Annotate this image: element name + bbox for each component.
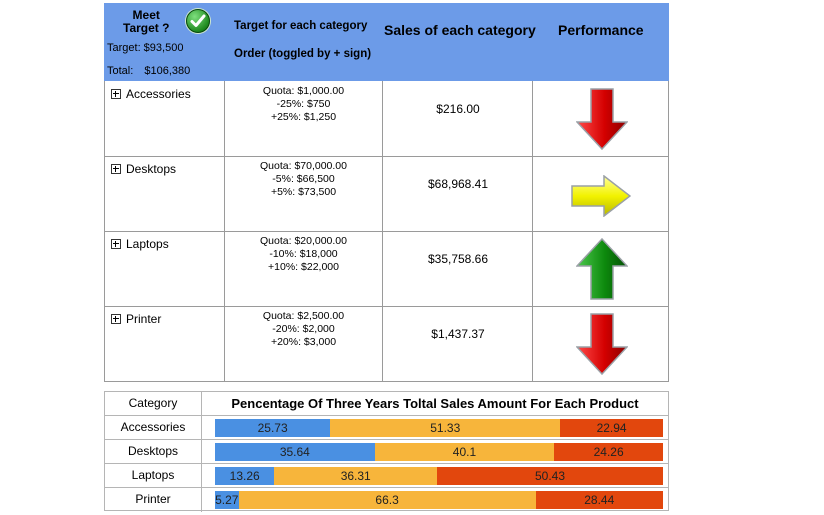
expand-category[interactable]: Desktops [111,162,176,176]
table-header: Meet Target ? Target: $93,500 Total: $10… [104,3,669,81]
chart-row: Accessories 25.73 51.33 22.94 [105,415,668,440]
category-label: Accessories [126,87,191,101]
sales-percentage-chart: Category Pencentage Of Three Years Tolta… [104,391,669,512]
expand-category[interactable]: Printer [111,312,161,326]
bar-segment: 22.94 [560,419,663,437]
quota-low: -5%: $66,500 [272,173,335,185]
quota-value: Quota: $20,000.00 [260,235,347,247]
sales-value: $1,437.37 [431,327,485,341]
chart-category-label: Accessories [105,416,202,440]
chart-row: Laptops 13.26 36.31 50.43 [105,463,668,488]
quota-low: -20%: $2,000 [272,323,335,335]
bar-segment: 28.44 [535,491,663,509]
sales-column-title: Sales of each category [384,22,536,38]
target-amount: Target: $93,500 [107,42,184,54]
category-cell: Laptops [105,231,224,306]
table-row: Desktops Quota: $70,000.00 -5%: $66,500 … [104,156,669,232]
sales-cell: $68,968.41 [382,156,533,231]
quota-value: Quota: $2,500.00 [262,310,345,322]
expand-category[interactable]: Accessories [111,87,191,101]
chart-row: Desktops 35.64 40.1 24.26 [105,439,668,464]
performance-cell [532,231,669,306]
plus-icon[interactable] [111,89,121,99]
performance-cell [532,81,669,156]
target-cell: Quota: $2,500.00 -20%: $2,000 +20%: $3,0… [224,306,382,381]
quota-low: -25%: $750 [276,98,331,110]
category-column-header: Category [105,392,202,415]
table-row: Accessories Quota: $1,000.00 -25%: $750 … [104,81,669,157]
sales-value: $35,758.66 [427,252,489,266]
target-cell: Quota: $70,000.00 -5%: $66,500 +5%: $73,… [224,156,382,231]
total-label: Total: [107,65,134,77]
meet-target-heading: Meet Target ? [123,9,169,35]
checkmark-icon [186,9,210,33]
stacked-bar: 13.26 36.31 50.43 [215,467,663,485]
target-column-subtitle[interactable]: Order (toggled by + sign) [234,48,371,60]
quota-value: Quota: $70,000.00 [260,160,347,172]
sales-cell: $216.00 [382,81,533,156]
category-label: Desktops [126,162,177,176]
chart-category-label: Desktops [105,440,202,464]
chart-category-label: Printer [105,488,202,512]
bar-segment: 35.64 [215,443,375,461]
bar-segment: 24.26 [554,443,663,461]
stacked-bar: 35.64 40.1 24.26 [215,443,663,461]
category-cell: Desktops [105,156,224,231]
bar-segment: 25.73 [215,419,331,437]
sales-value: $68,968.41 [427,177,489,191]
sales-value: $216.00 [436,102,480,116]
category-cell: Printer [105,306,224,381]
quota-high: +25%: $1,250 [270,111,337,123]
plus-icon[interactable] [111,314,121,324]
arrow-down-icon [576,313,628,375]
total-amount: Total: $106,380 [107,65,190,77]
chart-title: Pencentage Of Three Years Toltal Sales A… [231,396,639,411]
bar-segment: 5.27 [215,491,239,509]
category-target-table: Meet Target ? Target: $93,500 Total: $10… [104,3,669,382]
arrow-right-icon [571,175,631,217]
sales-cell: $1,437.37 [382,306,533,381]
table-row: Printer Quota: $2,500.00 -20%: $2,000 +2… [104,306,669,382]
meet-target-line2: Target ? [123,21,170,35]
category-label: Laptops [126,237,169,251]
plus-icon[interactable] [111,239,121,249]
table-body: Accessories Quota: $1,000.00 -25%: $750 … [104,81,669,382]
target-column-title: Target for each category [234,20,368,32]
stacked-bar: 25.73 51.33 22.94 [215,419,663,437]
arrow-up-icon [576,238,628,300]
category-label: Printer [126,312,162,326]
quota-high: +5%: $73,500 [270,186,337,198]
bar-segment: 51.33 [330,419,561,437]
performance-cell [532,306,669,381]
quota-low: -10%: $18,000 [269,248,338,260]
sales-cell: $35,758.66 [382,231,533,306]
arrow-down-icon [576,88,628,150]
total-value: $106,380 [144,65,191,77]
plus-icon[interactable] [111,164,121,174]
bar-segment: 66.3 [238,491,536,509]
bar-segment: 40.1 [374,443,555,461]
performance-cell [532,156,669,231]
target-cell: Quota: $20,000.00 -10%: $18,000 +10%: $2… [224,231,382,306]
quota-value: Quota: $1,000.00 [262,85,345,97]
quota-high: +10%: $22,000 [268,261,339,273]
quota-high: +20%: $3,000 [270,336,337,348]
bar-segment: 50.43 [437,467,663,485]
bar-segment: 13.26 [215,467,275,485]
performance-column-title: Performance [558,22,644,38]
chart-category-label: Laptops [105,464,202,488]
target-cell: Quota: $1,000.00 -25%: $750 +25%: $1,250 [224,81,382,156]
category-cell: Accessories [105,81,224,156]
table-row: Laptops Quota: $20,000.00 -10%: $18,000 … [104,231,669,307]
bar-segment: 36.31 [274,467,438,485]
expand-category[interactable]: Laptops [111,237,169,251]
stacked-bar: 5.27 66.3 28.44 [215,491,663,509]
chart-row: Printer 5.27 66.3 28.44 [105,487,668,512]
